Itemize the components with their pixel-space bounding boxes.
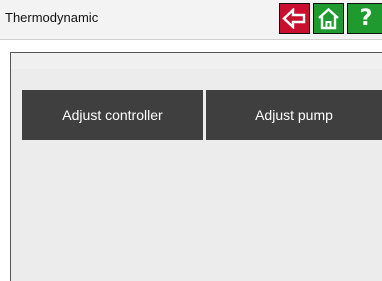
page-title: Thermodynamic: [5, 10, 99, 25]
help-icon: ?: [359, 5, 373, 31]
home-button[interactable]: [313, 3, 344, 34]
header-bar: Thermodynamic ?: [0, 0, 382, 40]
help-button[interactable]: ?: [347, 3, 382, 34]
adjust-controller-button[interactable]: Adjust controller: [22, 90, 203, 140]
content-frame: Adjust controller Adjust pump: [10, 52, 382, 281]
content-area: Adjust controller Adjust pump: [11, 69, 382, 281]
home-icon: [318, 7, 339, 30]
back-arrow-icon: [282, 8, 306, 29]
adjust-pump-button[interactable]: Adjust pump: [206, 90, 382, 140]
tab-strip: [11, 53, 382, 69]
thermodynamic-screen: Thermodynamic ? Adjust controller Adjust…: [0, 0, 382, 281]
back-button[interactable]: [279, 3, 310, 34]
